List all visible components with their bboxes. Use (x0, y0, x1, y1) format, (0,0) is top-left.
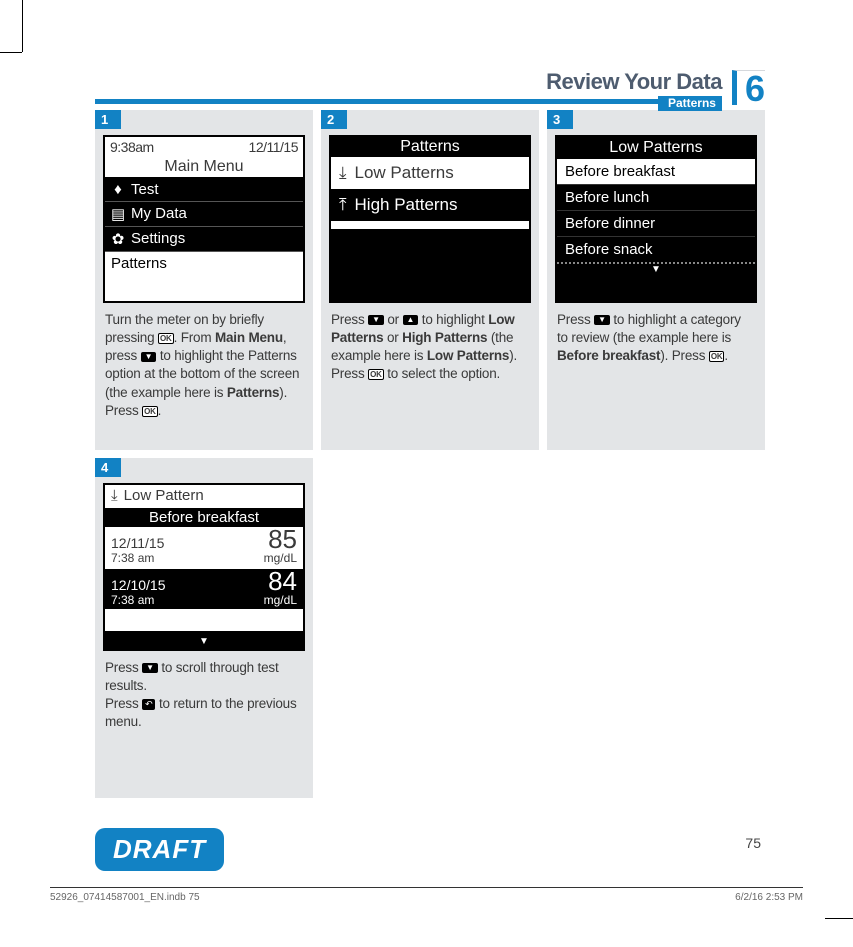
step-number: 4 (95, 458, 121, 477)
chapter-number: 6 (732, 70, 765, 105)
down-trend-icon: ⤓ (339, 163, 347, 183)
menu-item-high-patterns: ⤒High Patterns (331, 189, 529, 221)
ok-button-icon: OK (709, 351, 725, 362)
meter-screen-2: Patterns ⤓Low Patterns ⤒High Patterns (329, 135, 531, 303)
down-arrow-icon: ▼ (368, 315, 384, 325)
up-trend-icon: ⤒ (339, 195, 347, 215)
screen-time: 9:38am (110, 139, 154, 155)
meter-screen-1: 9:38am 12/11/15 Main Menu ♦Test ▤My Data… (103, 135, 305, 303)
back-button-icon: ↶ (142, 699, 155, 710)
step-3: 3 Low Patterns Before breakfast Before l… (547, 110, 765, 450)
step-2-caption: Press ▼ or ▲ to highlight Low Patterns o… (321, 307, 539, 388)
menu-item-test: ♦Test (105, 178, 303, 201)
step-number: 2 (321, 110, 347, 129)
footer-file: 52926_07414587001_EN.indb 75 (50, 892, 200, 903)
up-arrow-icon: ▲ (403, 315, 419, 325)
cat-before-lunch: Before lunch (557, 185, 755, 211)
menu-item-mydata: ▤My Data (105, 201, 303, 226)
steps-grid: 1 9:38am 12/11/15 Main Menu ♦Test ▤My Da… (95, 110, 765, 798)
meter-screen-4: ⤓Low Pattern Before breakfast 12/11/1585… (103, 483, 305, 651)
chevron-down-icon: ▼ (199, 636, 209, 647)
doc-icon: ▤ (111, 205, 125, 223)
result-entry-1: 12/11/1585 7:38 ammg/dL (105, 527, 303, 567)
down-trend-icon: ⤓ (111, 487, 118, 504)
menu-item-settings: ✿Settings (105, 226, 303, 251)
screen-title: Patterns (331, 137, 529, 157)
section-subtitle: Patterns (658, 96, 722, 111)
menu-item-low-patterns: ⤓Low Patterns (331, 157, 529, 189)
menu-item-patterns: Patterns (105, 251, 303, 275)
meter-screen-3: Low Patterns Before breakfast Before lun… (555, 135, 757, 303)
screen-title: Low Patterns (557, 137, 755, 159)
screen-title-row: ⤓Low Pattern (105, 485, 303, 506)
down-arrow-icon: ▼ (594, 315, 610, 325)
draft-watermark: DRAFT (95, 828, 224, 871)
print-footer: 52926_07414587001_EN.indb 75 6/2/16 2:53… (50, 887, 803, 903)
step-1-caption: Turn the meter on by briefly pressing OK… (95, 307, 313, 424)
cat-before-dinner: Before dinner (557, 211, 755, 237)
page-content: Review Your Data Patterns 6 1 9:38am 12/… (95, 70, 765, 798)
screen-title: Main Menu (105, 157, 303, 178)
step-3-caption: Press ▼ to highlight a category to revie… (547, 307, 765, 370)
chapter-header: Review Your Data Patterns 6 (95, 70, 765, 112)
step-number: 3 (547, 110, 573, 129)
step-1: 1 9:38am 12/11/15 Main Menu ♦Test ▤My Da… (95, 110, 313, 450)
result-entry-2: 12/10/1584 7:38 ammg/dL (105, 569, 303, 609)
screen-date: 12/11/15 (249, 139, 298, 155)
cat-before-snack: Before snack (557, 237, 755, 264)
down-arrow-icon: ▼ (142, 663, 158, 673)
step-number: 1 (95, 110, 121, 129)
page-number: 75 (745, 835, 761, 851)
step-2: 2 Patterns ⤓Low Patterns ⤒High Patterns … (321, 110, 539, 450)
cat-before-breakfast: Before breakfast (557, 159, 755, 185)
step-4-caption: Press ▼ to scroll through test results. … (95, 655, 313, 736)
drop-icon: ♦ (111, 181, 125, 198)
ok-button-icon: OK (368, 369, 384, 380)
ok-button-icon: OK (158, 333, 174, 344)
gear-icon: ✿ (111, 230, 125, 248)
down-arrow-icon: ▼ (141, 352, 157, 362)
footer-timestamp: 6/2/16 2:53 PM (735, 892, 803, 903)
section-title: Review Your Data (546, 70, 722, 94)
step-4: 4 ⤓Low Pattern Before breakfast 12/11/15… (95, 458, 313, 798)
ok-button-icon: OK (142, 406, 158, 417)
